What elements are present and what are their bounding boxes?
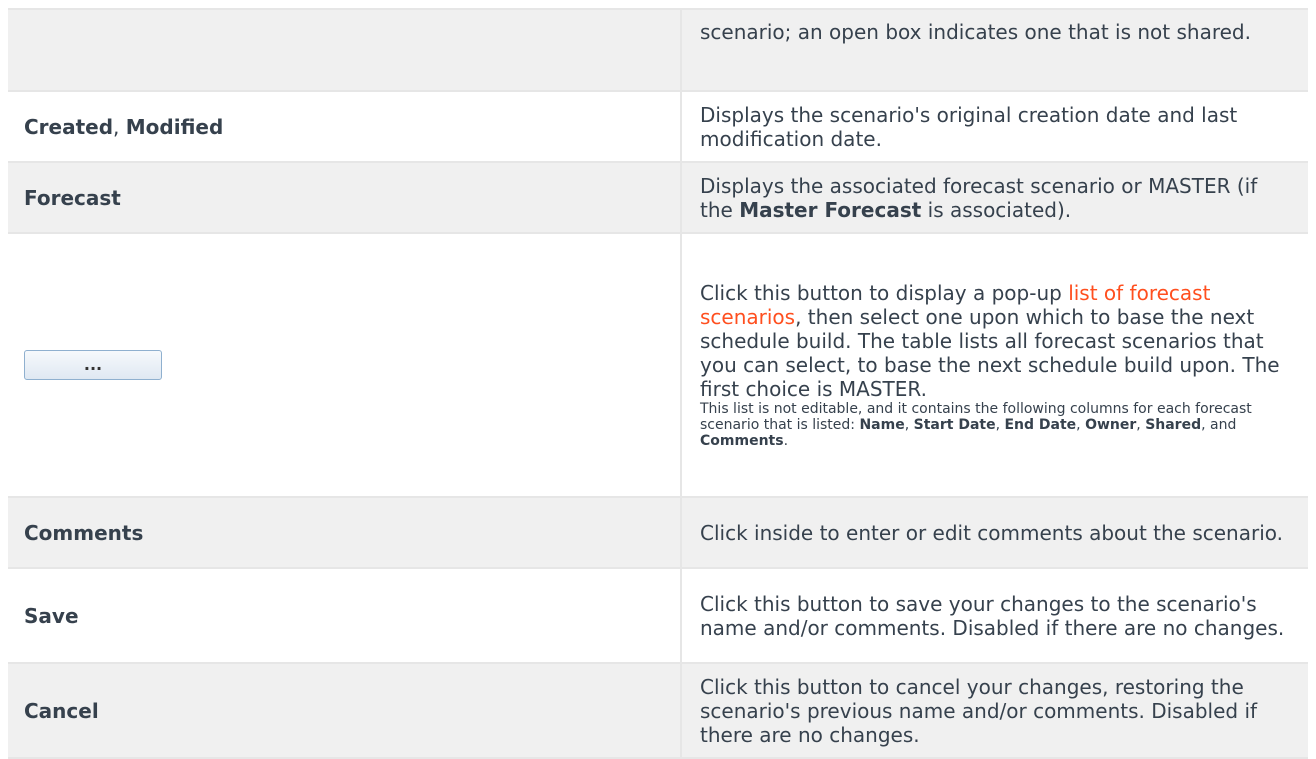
description-paragraph: Click this button to display a pop-up li…: [700, 281, 1292, 401]
table-row: Created, Modified Displays the scenario'…: [8, 90, 1308, 163]
column-name: Start Date: [913, 417, 996, 433]
field-label-modified: Modified: [125, 114, 224, 139]
description-cell: Displays the scenario's original creatio…: [681, 90, 1308, 163]
description-text: Click this button to cancel your changes…: [700, 674, 1258, 747]
field-label-created: Created: [24, 114, 114, 139]
table-row: Comments Click inside to enter or edit c…: [8, 496, 1308, 569]
field-cell: Created, Modified: [8, 90, 682, 163]
field-label-save: Save: [24, 603, 79, 628]
column-name: Owner: [1085, 417, 1137, 433]
description-cell: scenario; an open box indicates one that…: [681, 8, 1308, 92]
label-separator: ,: [113, 114, 126, 139]
field-cell: Forecast: [8, 161, 682, 234]
fields-table: scenario; an open box indicates one that…: [8, 8, 1308, 759]
list-separator: ,: [1136, 417, 1146, 433]
field-label-forecast: Forecast: [24, 185, 121, 210]
column-name: End Date: [1004, 417, 1077, 433]
field-cell: Comments: [8, 496, 682, 569]
description-cell: Click this button to display a pop-up li…: [681, 232, 1308, 498]
column-name: Name: [859, 417, 905, 433]
browse-forecast-button[interactable]: ...: [24, 350, 162, 380]
description-cell: Click inside to enter or edit comments a…: [681, 496, 1308, 569]
master-forecast-term: Master Forecast: [739, 197, 922, 222]
note-paragraph: This list is not editable, and it contai…: [700, 401, 1292, 449]
list-separator: , and: [1201, 417, 1237, 433]
description-text: Click this button to save your changes t…: [700, 591, 1285, 640]
list-separator: ,: [904, 417, 914, 433]
description-text: scenario; an open box indicates one that…: [700, 20, 1251, 44]
description-cell: Displays the associated forecast scenari…: [681, 161, 1308, 234]
table-row: Save Click this button to save your chan…: [8, 567, 1308, 664]
description-text: Click inside to enter or edit comments a…: [700, 520, 1284, 545]
field-cell: ...: [8, 232, 682, 498]
description-text-post: is associated).: [921, 197, 1072, 222]
description-text: Displays the scenario's original creatio…: [700, 102, 1238, 151]
table-row: Forecast Displays the associated forecas…: [8, 161, 1308, 234]
field-cell: [8, 8, 682, 92]
description-cell: Click this button to save your changes t…: [681, 567, 1308, 664]
field-cell: Save: [8, 567, 682, 664]
column-name: Comments: [700, 433, 784, 449]
column-name: Shared: [1145, 417, 1202, 433]
field-label-cancel: Cancel: [24, 698, 99, 723]
table-row: ... Click this button to display a pop-u…: [8, 232, 1308, 498]
field-label-comments: Comments: [24, 520, 144, 545]
description-text-pre: Click this button to display a pop-up: [700, 281, 1069, 305]
note-end: .: [783, 433, 789, 449]
list-separator: ,: [1076, 417, 1086, 433]
table-row: scenario; an open box indicates one that…: [8, 8, 1308, 92]
